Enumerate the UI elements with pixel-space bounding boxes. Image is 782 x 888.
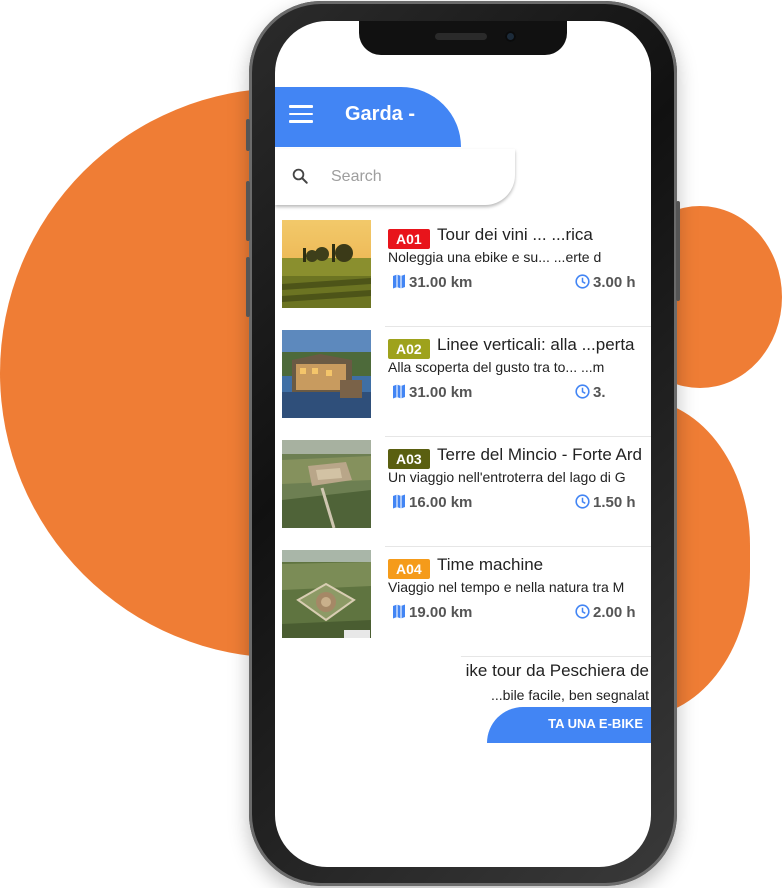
mute-switch — [246, 119, 250, 151]
power-button — [676, 201, 680, 301]
list-item[interactable]: A04 Time machine Viaggio nel tempo e nel… — [275, 547, 651, 657]
search-bar — [275, 149, 515, 205]
map-icon — [393, 384, 405, 399]
tour-distance-value: 19.00 km — [409, 604, 473, 621]
clock-icon — [575, 384, 590, 399]
clock-icon — [575, 494, 590, 509]
app-title: Garda - — [345, 103, 416, 125]
tour-duration-value: 2.00 h — [593, 604, 636, 621]
list-item[interactable]: A03 Terre del Mincio - Forte Ard Un viag… — [275, 437, 651, 547]
search-input[interactable] — [329, 165, 499, 189]
tour-description: Noleggia una ebike e su... ...erte d — [388, 249, 602, 265]
phone-frame: Garda - Search A01 Tour dei vini ... ...… — [246, 1, 680, 886]
tour-distance-value: 16.00 km — [409, 494, 473, 511]
map-icon — [393, 604, 405, 619]
phone-screen: Garda - Search A01 Tour dei vini ... ...… — [275, 21, 651, 867]
tour-distance: 31.00 km — [392, 274, 472, 291]
tour-thumbnail — [282, 220, 371, 308]
stage: Garda - Search A01 Tour dei vini ... ...… — [0, 0, 782, 888]
speaker — [435, 33, 487, 40]
tour-thumbnail — [282, 330, 371, 418]
tour-duration-value: 1.50 h — [593, 494, 636, 511]
tour-code-badge: A03 — [388, 449, 430, 469]
tour-code-badge: A02 — [388, 339, 430, 359]
map-icon — [393, 494, 405, 509]
tour-title: Linee verticali: alla ...perta — [437, 335, 635, 354]
tour-distance: 16.00 km — [392, 494, 472, 511]
tour-duration-value: 3. — [593, 384, 606, 401]
tour-title: Terre del Mincio - Forte Ard — [437, 445, 643, 464]
tour-thumbnail — [282, 440, 371, 528]
tour-thumbnail — [282, 550, 371, 638]
tour-code-badge: A04 — [388, 559, 430, 579]
tour-distance: 31.00 km — [392, 384, 472, 401]
volume-down-button — [246, 257, 250, 317]
front-camera — [505, 31, 516, 42]
tour-description: Viaggio nel tempo e nella natura tra M — [388, 579, 625, 595]
list-item[interactable]: A02 Linee verticali: alla ...perta Alla … — [275, 327, 651, 437]
list-item[interactable]: A01 Tour dei vini ... ...rica Noleggia u… — [275, 217, 651, 327]
reveal-mask — [275, 653, 461, 763]
clock-icon — [575, 274, 590, 289]
search-icon — [292, 168, 308, 184]
tour-title: Tour dei vini ... ...rica — [437, 225, 593, 244]
notch — [359, 21, 567, 55]
tour-description: Un viaggio nell'entroterra del lago di G — [388, 469, 626, 485]
tour-duration-value: 3.00 h — [593, 274, 636, 291]
tour-distance-value: 31.00 km — [409, 274, 473, 291]
rent-ebike-button[interactable]: TA UNA E-BIKE — [487, 707, 651, 743]
tour-distance: 19.00 km — [392, 604, 472, 621]
tour-duration: 1.50 h — [575, 494, 636, 511]
tour-duration: 3.00 h — [575, 274, 636, 291]
volume-up-button — [246, 181, 250, 241]
tour-duration: 3. — [575, 384, 606, 401]
menu-icon[interactable] — [289, 105, 313, 123]
tour-description: Alla scoperta del gusto tra to... ...m — [388, 359, 605, 375]
map-icon — [393, 274, 405, 289]
clock-icon — [575, 604, 590, 619]
tour-duration: 2.00 h — [575, 604, 636, 621]
tour-title: Time machine — [437, 555, 544, 574]
app-bar: Garda - — [275, 87, 461, 147]
tour-list: A01 Tour dei vini ... ...rica Noleggia u… — [275, 217, 651, 657]
tour-distance-value: 31.00 km — [409, 384, 473, 401]
tour-code-badge: A01 — [388, 229, 430, 249]
